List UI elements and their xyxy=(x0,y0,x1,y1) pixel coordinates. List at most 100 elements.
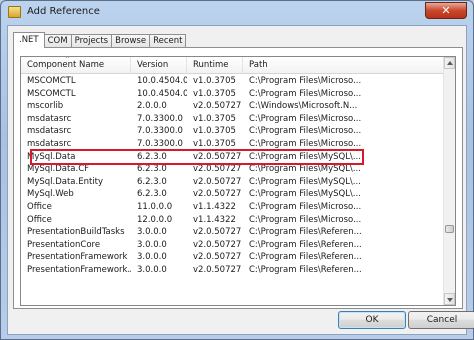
tab-projects[interactable]: Projects xyxy=(70,34,113,48)
cell-runtime: v1.0.3705 xyxy=(193,138,236,149)
table-row[interactable]: PresentationFramework.A... 3.0.0.0 v2.0.50… xyxy=(21,264,445,277)
cell-runtime: v1.0.3705 xyxy=(193,76,236,86)
cell-version: 2.0.0.0 xyxy=(137,101,167,112)
cell-runtime: v1.0.3705 xyxy=(193,126,236,137)
cell-version: 7.0.3300.0 xyxy=(137,113,183,124)
cell-path: C:\Program Files\Microso... xyxy=(249,201,362,212)
cell-path: C:\Program Files\Microso... xyxy=(249,214,362,225)
cell-runtime: v1.0.3705 xyxy=(193,113,236,124)
column-header-runtime[interactable]: Runtime xyxy=(187,57,243,74)
cell-runtime: v2.0.50727 xyxy=(193,151,242,162)
cell-component-name: msdatasrc xyxy=(27,113,72,124)
component-list[interactable]: ^ Component Name Version Runtime Path MS… xyxy=(20,56,456,306)
cell-path: C:\Program Files\Referen... xyxy=(249,227,362,238)
column-header-path[interactable]: Path xyxy=(243,57,445,74)
tab-browse[interactable]: Browse xyxy=(111,34,151,48)
column-header-version[interactable]: Version xyxy=(131,57,187,74)
cell-runtime: v2.0.50727 xyxy=(193,252,242,263)
scroll-down-button[interactable] xyxy=(444,293,455,305)
cell-path: C:\Program Files\Microso... xyxy=(249,138,362,149)
tab-recent[interactable]: Recent xyxy=(149,34,187,48)
cell-runtime: v1.0.3705 xyxy=(193,88,236,99)
cell-component-name: msdatasrc xyxy=(27,138,72,149)
cell-runtime: v2.0.50727 xyxy=(193,239,242,250)
table-row[interactable]: PresentationCore 3.0.0.0 v2.0.50727 C:\Prog… xyxy=(21,239,445,252)
cell-component-name: MySql.Data.Entity xyxy=(27,176,104,187)
chevron-up-icon xyxy=(447,61,453,65)
table-row[interactable]: MySql.Data.Entity 6.2.3.0 v2.0.50727 C:\Pro… xyxy=(21,176,445,189)
table-row[interactable]: MSCOMCTL 10.0.4504.0 v1.0.3705 C:\Program F… xyxy=(21,75,445,88)
sort-arrow-icon: ^ xyxy=(65,57,71,63)
list-rows: MSCOMCTL 10.0.4504.0 v1.0.3705 C:\Program F… xyxy=(21,75,445,277)
cell-version: 10.0.4504.0 xyxy=(137,88,187,99)
cell-path: C:\Windows\Microsoft.N... xyxy=(249,101,358,112)
table-row[interactable]: MSCOMCTL 10.0.4504.0 v1.0.3705 C:\Program F… xyxy=(21,88,445,101)
table-row[interactable]: PresentationFramework 3.0.0.0 v2.0.50727 C:… xyxy=(21,251,445,264)
cell-version: 12.0.0.0 xyxy=(137,214,173,225)
cancel-button[interactable]: Cancel xyxy=(408,311,474,329)
cell-runtime: v2.0.50727 xyxy=(193,189,242,200)
vertical-scrollbar[interactable] xyxy=(443,57,455,305)
dialog-icon xyxy=(8,6,21,18)
scroll-up-button[interactable] xyxy=(444,57,455,69)
cell-runtime: v1.1.4322 xyxy=(193,214,236,225)
ok-button[interactable]: OK xyxy=(338,311,406,329)
cell-component-name: msdatasrc xyxy=(27,126,72,137)
cell-component-name: MySql.Web xyxy=(27,189,74,200)
cell-version: 3.0.0.0 xyxy=(137,239,167,250)
table-row[interactable]: msdatasrc 7.0.3300.0 v1.0.3705 C:\Program F… xyxy=(21,138,445,151)
cell-version: 3.0.0.0 xyxy=(137,264,167,275)
cell-component-name: MySql.Data xyxy=(27,151,76,162)
cell-runtime: v2.0.50727 xyxy=(193,264,242,275)
cell-component-name: Office xyxy=(27,201,52,212)
cell-version: 11.0.0.0 xyxy=(137,201,173,212)
cell-component-name: PresentationCore xyxy=(27,239,101,250)
tab-panel-net: ^ Component Name Version Runtime Path MS… xyxy=(13,47,463,309)
table-row[interactable]: PresentationBuildTasks 3.0.0.0 v2.0.50727 C… xyxy=(21,226,445,239)
cell-path: C:\Program Files\Referen... xyxy=(249,264,362,275)
cell-version: 6.2.3.0 xyxy=(137,151,167,162)
cell-path: C:\Program Files\Microso... xyxy=(249,113,362,124)
table-row[interactable]: MySql.Data 6.2.3.0 v2.0.50727 C:\Program Fi… xyxy=(21,151,445,164)
cell-version: 3.0.0.0 xyxy=(137,252,167,263)
close-button[interactable]: ✕ xyxy=(425,2,467,19)
tab-net[interactable]: .NET xyxy=(13,32,45,48)
chevron-down-icon xyxy=(447,298,453,302)
cell-version: 6.2.3.0 xyxy=(137,189,167,200)
cell-component-name: MSCOMCTL xyxy=(27,76,76,86)
cell-version: 7.0.3300.0 xyxy=(137,126,183,137)
title-bar[interactable]: Add Reference ✕ xyxy=(1,1,473,23)
table-row[interactable]: Office 11.0.0.0 v1.1.4322 C:\Program Files\… xyxy=(21,201,445,214)
table-row[interactable]: MySql.Data.CF 6.2.3.0 v2.0.50727 C:\Program… xyxy=(21,163,445,176)
cell-component-name: MSCOMCTL xyxy=(27,88,76,99)
cell-path: C:\Program Files\MySQL\... xyxy=(249,176,361,187)
cell-component-name: PresentationFramework xyxy=(27,252,128,263)
cell-runtime: v2.0.50727 xyxy=(193,227,242,238)
dialog-client: .NET COM Projects Browse Recent ^ Compon… xyxy=(7,25,474,335)
table-row[interactable]: msdatasrc 7.0.3300.0 v1.0.3705 C:\Program F… xyxy=(21,125,445,138)
tab-strip: .NET COM Projects Browse Recent xyxy=(13,32,187,48)
cell-version: 6.2.3.0 xyxy=(137,176,167,187)
table-row[interactable]: MySql.Web 6.2.3.0 v2.0.50727 C:\Program Fil… xyxy=(21,188,445,201)
column-header-component-name[interactable]: ^ Component Name xyxy=(21,57,131,74)
tab-com[interactable]: COM xyxy=(43,34,72,48)
cell-path: C:\Program Files\Referen... xyxy=(249,239,362,250)
cell-component-name: MySql.Data.CF xyxy=(27,164,90,175)
cell-path: C:\Program Files\Referen... xyxy=(249,252,362,263)
cell-version: 6.2.3.0 xyxy=(137,164,167,175)
cell-version: 7.0.3300.0 xyxy=(137,138,183,149)
table-row[interactable]: mscorlib 2.0.0.0 v2.0.50727 C:\Windows\Micr… xyxy=(21,100,445,113)
cell-component-name: mscorlib xyxy=(27,101,64,112)
table-row[interactable]: Office 12.0.0.0 v1.1.4322 C:\Program Files\… xyxy=(21,214,445,227)
cell-path: C:\Program Files\MySQL\... xyxy=(249,189,361,200)
list-header: ^ Component Name Version Runtime Path xyxy=(21,57,445,74)
cell-component-name: PresentationFramework.A... xyxy=(27,264,131,275)
add-reference-window: Add Reference ✕ .NET COM Projects Browse… xyxy=(0,0,474,340)
cell-runtime: v2.0.50727 xyxy=(193,101,242,112)
cell-path: C:\Program Files\Microso... xyxy=(249,126,362,137)
table-row[interactable]: msdatasrc 7.0.3300.0 v1.0.3705 C:\Program F… xyxy=(21,113,445,126)
cell-component-name: PresentationBuildTasks xyxy=(27,227,125,238)
window-title: Add Reference xyxy=(27,6,100,17)
scrollbar-thumb[interactable] xyxy=(445,225,454,233)
cell-runtime: v1.1.4322 xyxy=(193,201,236,212)
